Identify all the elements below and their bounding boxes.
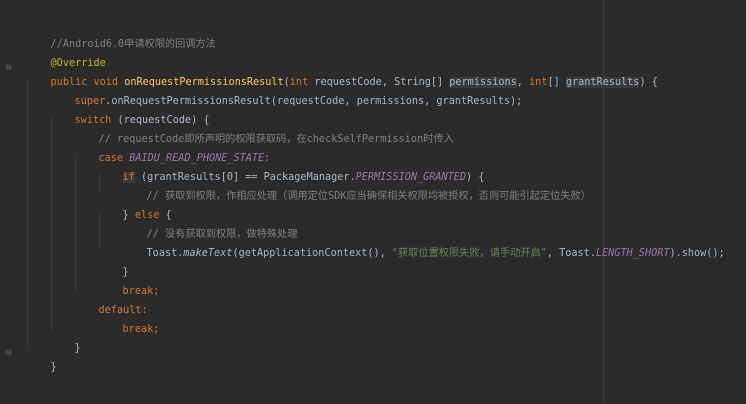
code-line-if: if (grantResults[0] == PackageManager.PE… [98, 157, 484, 183]
code-line-comment-granted: // 获取到权限，作相应处理（调用定位SDK应当确保相关权限均被授权，否则可能引… [122, 176, 591, 202]
constant: LENGTH_SHORT [595, 248, 670, 259]
toast-args: (getApplicationContext(), [232, 248, 392, 259]
code-line-case: case BAIDU_READ_PHONE_STATE: [74, 138, 271, 164]
keyword-int: int [529, 77, 548, 88]
method-make-text: makeText [183, 248, 233, 259]
brace: } [74, 343, 81, 354]
paren-brace: ) { [639, 77, 658, 88]
keyword-break: break [122, 324, 154, 335]
right-margin-guide [603, 0, 604, 404]
code-line-break: break; [98, 271, 160, 297]
editor-gutter [0, 0, 20, 404]
code-line-switch: switch (requestCode) { [50, 100, 210, 126]
indent-guide [51, 116, 52, 331]
brackets: [] [547, 77, 566, 88]
code-line-close-else: } [98, 252, 129, 278]
string-literal: "获取位置权限失败，请手动开启" [391, 248, 547, 259]
code-line-close-method: } [26, 347, 57, 373]
code-line-comment-header: //Android6.0申请权限的回调方法 [26, 24, 216, 50]
fold-marker-icon[interactable]: ⊟ [6, 63, 11, 73]
code-line-comment-denied: // 没有获取到权限，做特殊处理 [122, 214, 298, 240]
code-line-else: } else { [98, 195, 172, 221]
comment: // 获取到权限，作相应处理（调用定位SDK应当确保相关权限均被授权，否则可能引… [146, 191, 591, 202]
toast-args: , Toast. [546, 248, 596, 259]
code-line-close-switch: } [50, 328, 81, 354]
code-line-comment-request: // requestCode即所声明的权限获取码，在checkSelfPermi… [74, 119, 454, 145]
fold-marker-icon[interactable]: ⊟ [6, 348, 11, 358]
code-line-annotation: @Override [26, 43, 106, 69]
toast-show: ).show(); [669, 248, 725, 259]
semicolon: ; [153, 286, 160, 297]
code-line-method-signature: public void onRequestPermissionsResult(i… [26, 62, 658, 88]
semicolon: ; [153, 324, 160, 335]
code-line-break: break; [98, 309, 160, 335]
indent-guide [27, 78, 28, 350]
code-line-super-call: super.onRequestPermissionsResult(request… [50, 81, 523, 107]
code-line-toast: Toast.makeText(getApplicationContext(), … [122, 233, 725, 259]
brace: } [50, 362, 57, 373]
param-grant-results: grantResults [565, 77, 640, 88]
toast-class: Toast. [146, 248, 184, 259]
code-line-default: default: [74, 290, 148, 316]
